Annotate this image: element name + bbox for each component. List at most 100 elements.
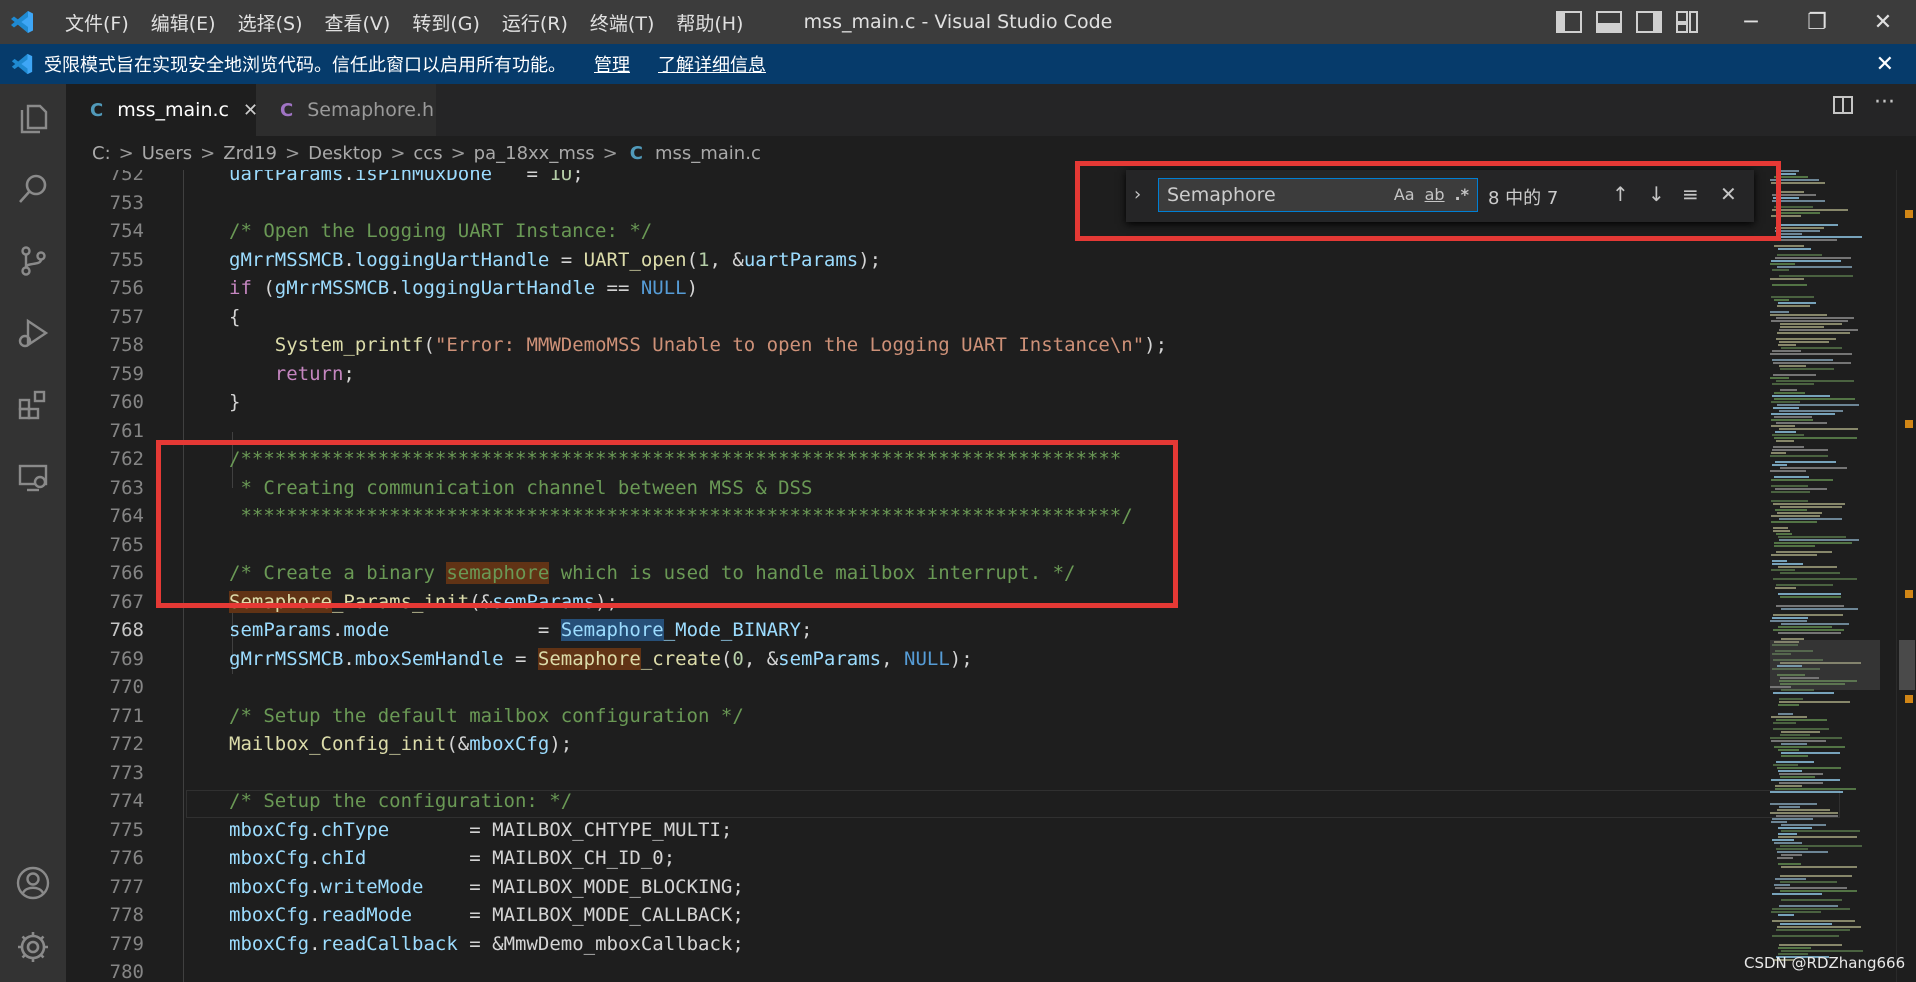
line-number: 759 bbox=[109, 362, 144, 385]
line-number: 768 bbox=[109, 619, 144, 641]
customize-layout-icon[interactable] bbox=[1676, 11, 1698, 33]
breadcrumb-item[interactable]: Desktop bbox=[308, 143, 382, 164]
line-number: 772 bbox=[109, 733, 144, 755]
code-line[interactable]: 769 gMrrMSSMCB.mboxSemHandle = Semaphore_… bbox=[66, 645, 1766, 673]
line-number: 752 bbox=[109, 170, 144, 185]
source-control-icon[interactable] bbox=[0, 228, 66, 294]
line-number: 778 bbox=[109, 904, 144, 926]
line-number: 769 bbox=[109, 647, 144, 670]
manage-link[interactable]: 管理 bbox=[594, 51, 630, 77]
vertical-scrollbar[interactable] bbox=[1896, 170, 1916, 982]
code-line[interactable]: 757 { bbox=[66, 303, 1766, 331]
line-text: uartParams.isPinMuxDone = 1U; bbox=[229, 170, 584, 185]
code-line[interactable]: 776 mboxCfg.chId = MAILBOX_CH_ID_0; bbox=[66, 844, 1766, 872]
menu-item-1[interactable]: 编辑(E) bbox=[140, 9, 227, 36]
code-line[interactable]: 775 mboxCfg.chType = MAILBOX_CHTYPE_MULTI… bbox=[66, 816, 1766, 844]
code-line[interactable]: 773 bbox=[66, 759, 1766, 787]
code-line[interactable]: 756 if (gMrrMSSMCB.loggingUartHandle == N… bbox=[66, 274, 1766, 302]
tab-semaphore-h[interactable]: C Semaphore.h bbox=[256, 84, 436, 136]
line-number: 754 bbox=[109, 220, 144, 242]
maximize-button[interactable]: ❐ bbox=[1784, 0, 1850, 44]
code-line[interactable]: 774 /* Setup the configuration: */ bbox=[66, 787, 1766, 815]
line-text: mboxCfg.chId = MAILBOX_CH_ID_0; bbox=[229, 847, 676, 869]
banner-close-icon[interactable]: ✕ bbox=[1876, 52, 1894, 77]
line-number: 760 bbox=[109, 391, 144, 413]
line-number: 774 bbox=[109, 790, 144, 812]
code-line[interactable]: 758 System_printf("Error: MMWDemoMSS Una… bbox=[66, 331, 1766, 359]
line-number: 770 bbox=[109, 676, 144, 698]
restricted-mode-banner: 受限模式旨在实现安全地浏览代码。信任此窗口以启用所有功能。 管理 了解详细信息 … bbox=[0, 44, 1916, 84]
code-line[interactable]: 755 gMrrMSSMCB.loggingUartHandle = UART_o… bbox=[66, 246, 1766, 274]
menu-item-2[interactable]: 选择(S) bbox=[227, 9, 314, 36]
menu-bar: 文件(F) 编辑(E) 选择(S) 查看(V) 转到(G) 运行(R) 终端(T) 帮助(H) bbox=[54, 9, 754, 36]
line-text: Mailbox_Config_init(&mboxCfg); bbox=[229, 733, 573, 755]
menu-item-7[interactable]: 帮助(H) bbox=[665, 9, 754, 36]
line-text: mboxCfg.readCallback = &MmwDemo_mboxCall… bbox=[229, 932, 744, 955]
c-file-icon: C bbox=[629, 142, 643, 164]
breadcrumb-item[interactable]: C: bbox=[92, 143, 111, 164]
line-number: 757 bbox=[109, 305, 144, 328]
line-number: 765 bbox=[109, 533, 144, 556]
banner-text: 受限模式旨在实现安全地浏览代码。信任此窗口以启用所有功能。 bbox=[44, 55, 566, 76]
menu-item-3[interactable]: 查看(V) bbox=[314, 9, 402, 36]
line-number: 764 bbox=[109, 505, 144, 527]
code-line[interactable]: 760} bbox=[66, 388, 1766, 416]
code-line[interactable]: 759 return; bbox=[66, 360, 1766, 388]
toggle-panel-icon[interactable] bbox=[1596, 11, 1622, 33]
line-number: 767 bbox=[109, 590, 144, 613]
close-window-button[interactable]: ✕ bbox=[1850, 0, 1916, 44]
line-text: /* Setup the configuration: */ bbox=[229, 790, 573, 812]
toggle-primary-sidebar-icon[interactable] bbox=[1556, 11, 1582, 33]
breadcrumb-item[interactable]: Zrd19 bbox=[223, 143, 277, 164]
line-text: gMrrMSSMCB.loggingUartHandle = UART_open… bbox=[229, 248, 882, 271]
more-actions-icon[interactable]: ··· bbox=[1874, 90, 1895, 115]
code-line[interactable]: 770 bbox=[66, 673, 1766, 701]
line-text: semParams.mode = Semaphore_Mode_BINARY; bbox=[229, 619, 813, 641]
line-text: System_printf("Error: MMWDemoMSS Unable … bbox=[274, 334, 1168, 356]
learn-more-link[interactable]: 了解详细信息 bbox=[658, 51, 766, 77]
line-text: if (gMrrMSSMCB.loggingUartHandle == NULL… bbox=[229, 277, 699, 299]
line-number: 776 bbox=[109, 847, 144, 869]
line-number: 761 bbox=[109, 419, 144, 442]
menu-item-6[interactable]: 终端(T) bbox=[579, 9, 665, 36]
tab-mss-main-c[interactable]: C mss_main.c ✕ bbox=[66, 84, 258, 136]
tab-label: Semaphore.h bbox=[307, 99, 435, 121]
code-line[interactable]: 779 mboxCfg.readCallback = &MmwDemo_mboxC… bbox=[66, 930, 1766, 958]
split-editor-icon[interactable] bbox=[1832, 94, 1854, 122]
minimize-button[interactable]: ─ bbox=[1718, 0, 1784, 44]
breadcrumb-item[interactable]: ccs bbox=[413, 143, 442, 164]
toggle-secondary-sidebar-icon[interactable] bbox=[1636, 11, 1662, 33]
menu-item-4[interactable]: 转到(G) bbox=[401, 9, 491, 36]
breadcrumb-item[interactable]: pa_18xx_mss bbox=[474, 143, 595, 164]
find-widget-highlight-box bbox=[1075, 161, 1781, 241]
accounts-icon[interactable] bbox=[0, 850, 66, 916]
remote-explorer-icon[interactable] bbox=[0, 444, 66, 510]
breadcrumb-separator-icon: > bbox=[390, 142, 406, 164]
explorer-icon[interactable] bbox=[0, 84, 66, 150]
code-line[interactable]: 771 /* Setup the default mailbox configur… bbox=[66, 702, 1766, 730]
code-line[interactable]: 777 mboxCfg.writeMode = MAILBOX_MODE_BLOC… bbox=[66, 873, 1766, 901]
vscode-logo-icon bbox=[0, 0, 44, 44]
breadcrumb-separator-icon: > bbox=[284, 142, 301, 164]
line-number: 756 bbox=[109, 277, 144, 299]
line-text: { bbox=[229, 305, 241, 328]
line-text: /* Setup the default mailbox configurati… bbox=[229, 704, 744, 727]
search-icon[interactable] bbox=[0, 156, 66, 222]
extensions-icon[interactable] bbox=[0, 372, 66, 438]
breadcrumb-item[interactable]: Users bbox=[142, 143, 192, 164]
line-number: 753 bbox=[109, 191, 144, 214]
code-highlight-box bbox=[156, 440, 1178, 608]
code-line[interactable]: 772 Mailbox_Config_init(&mboxCfg); bbox=[66, 730, 1766, 758]
code-line[interactable]: 780 bbox=[66, 958, 1766, 982]
breadcrumb-separator-icon: > bbox=[450, 142, 466, 164]
menu-item-0[interactable]: 文件(F) bbox=[54, 9, 140, 36]
menu-item-5[interactable]: 运行(R) bbox=[491, 9, 579, 36]
code-line[interactable]: 768 semParams.mode = Semaphore_Mode_BINAR… bbox=[66, 616, 1766, 644]
run-debug-icon[interactable] bbox=[0, 300, 66, 366]
minimap[interactable] bbox=[1770, 170, 1880, 982]
code-line[interactable]: 778 mboxCfg.readMode = MAILBOX_MODE_CALLB… bbox=[66, 901, 1766, 929]
line-text: return; bbox=[274, 362, 355, 385]
tab-label: mss_main.c bbox=[117, 99, 229, 121]
settings-gear-icon[interactable] bbox=[0, 914, 66, 980]
breadcrumb-file[interactable]: mss_main.c bbox=[655, 143, 761, 164]
